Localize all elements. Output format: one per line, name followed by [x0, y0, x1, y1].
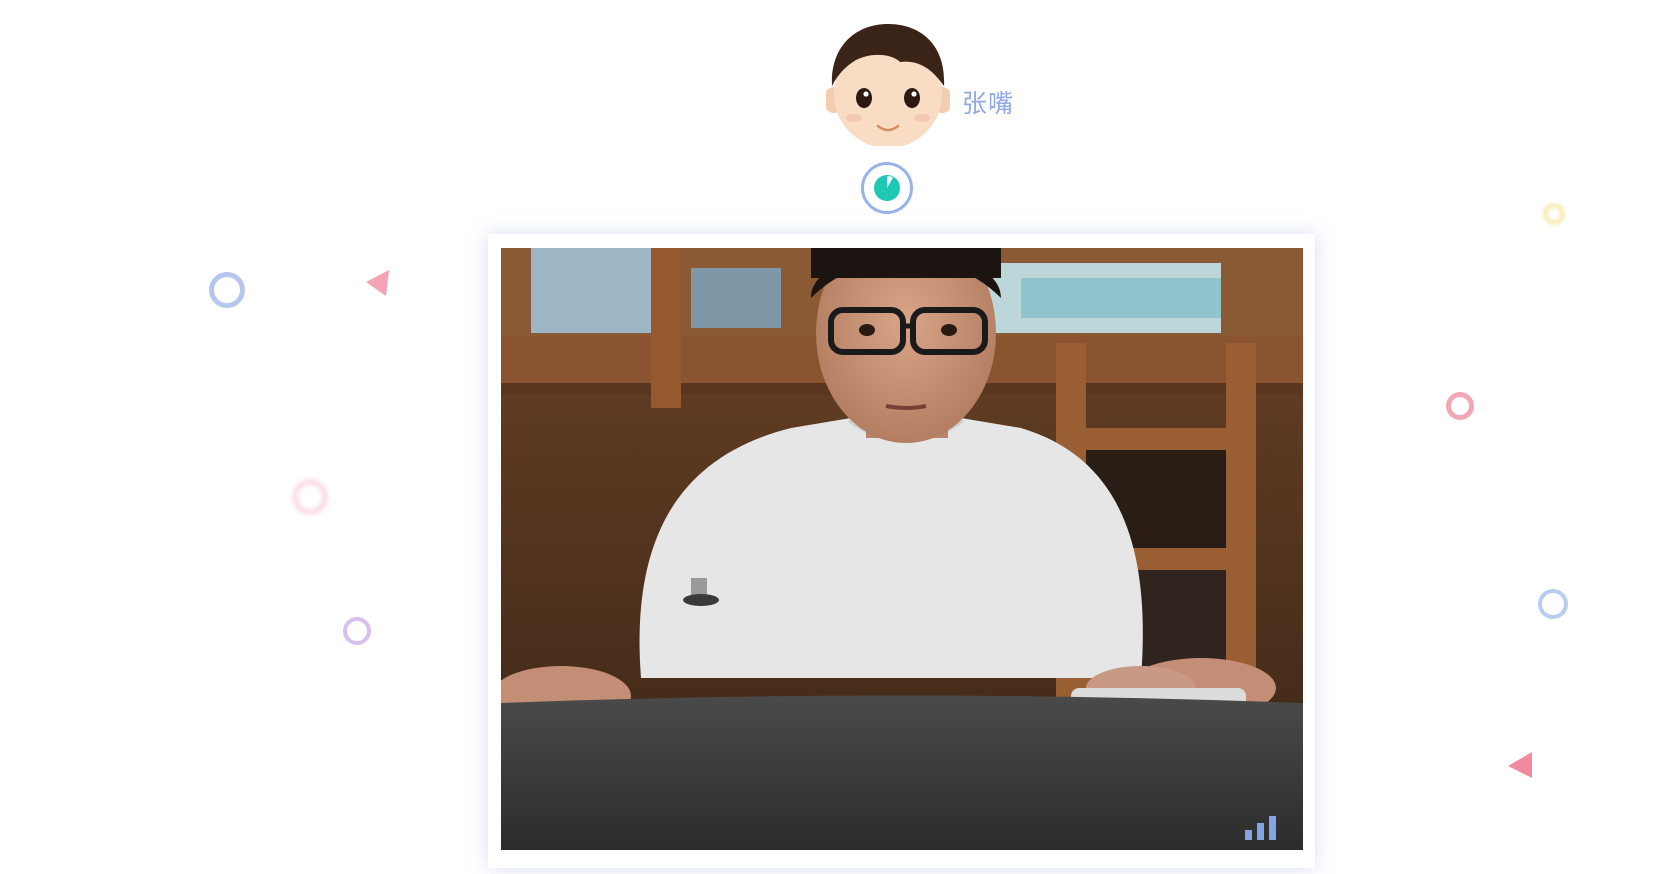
user-name: 张嘴	[962, 89, 1015, 118]
decoration-blue-ring-right	[1538, 589, 1568, 619]
decoration-pink-triangle-right	[1508, 752, 1532, 778]
decoration-pink-ring-right	[1446, 392, 1474, 420]
countdown-timer-icon[interactable]	[861, 162, 913, 214]
cartoon-boy-avatar-icon	[823, 22, 953, 148]
camera-feed	[501, 248, 1303, 850]
decoration-pink-triangle-left	[366, 270, 389, 296]
decoration-pink-ring-blurred	[292, 479, 328, 515]
signal-strength-icon	[1245, 816, 1276, 840]
decoration-purple-ring	[343, 617, 371, 645]
decoration-yellow-ring-blurred	[1543, 203, 1565, 225]
decoration-blue-ring-left	[209, 272, 245, 308]
camera-feed-person	[501, 248, 1303, 850]
user-header: 张嘴	[0, 0, 1675, 150]
